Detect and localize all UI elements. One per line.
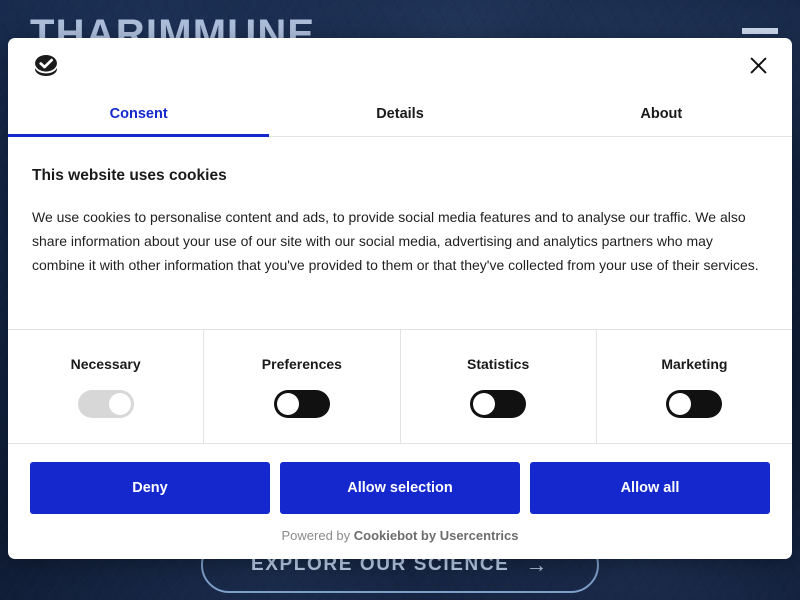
category-marketing-label: Marketing (661, 355, 728, 372)
toggle-statistics[interactable] (470, 389, 527, 418)
hamburger-menu-icon[interactable] (742, 28, 778, 34)
cookie-categories: Necessary Preferences Statistics Marketi… (8, 329, 792, 444)
category-preferences: Preferences (204, 330, 401, 443)
powered-by-label: Powered by (281, 528, 354, 543)
close-icon (750, 57, 767, 74)
dialog-body: This website uses cookies We use cookies… (8, 137, 792, 329)
cookie-consent-dialog: Consent Details About This website uses … (8, 38, 792, 559)
allow-all-button[interactable]: Allow all (530, 462, 770, 514)
dialog-footer: Powered by Cookiebot by Usercentrics (8, 528, 792, 559)
category-preferences-label: Preferences (261, 355, 342, 372)
allow-selection-button[interactable]: Allow selection (280, 462, 520, 514)
toggle-preferences[interactable] (273, 389, 330, 418)
toggle-knob (669, 392, 692, 415)
dialog-tabs: Consent Details About (8, 92, 792, 137)
category-marketing: Marketing (597, 330, 792, 443)
deny-button[interactable]: Deny (30, 462, 270, 514)
category-necessary: Necessary (8, 330, 205, 443)
tab-details[interactable]: Details (269, 92, 530, 136)
cookiebot-brand-link[interactable]: Cookiebot by Usercentrics (354, 528, 519, 543)
toggle-marketing[interactable] (666, 389, 723, 418)
dialog-title: This website uses cookies (32, 167, 227, 184)
category-statistics: Statistics (401, 330, 597, 443)
dialog-actions: Deny Allow selection Allow all (8, 444, 792, 528)
toggle-necessary (77, 389, 134, 418)
category-necessary-label: Necessary (70, 355, 141, 372)
cookiebot-cookie-check-icon (32, 51, 60, 79)
tab-about[interactable]: About (531, 92, 792, 136)
toggle-knob (108, 392, 131, 415)
dialog-description: We use cookies to personalise content an… (32, 209, 759, 274)
category-statistics-label: Statistics (467, 355, 530, 372)
toggle-knob (473, 392, 496, 415)
tab-consent[interactable]: Consent (8, 92, 270, 137)
toggle-knob (276, 392, 299, 415)
dialog-header (8, 38, 792, 92)
close-button[interactable] (742, 49, 774, 81)
